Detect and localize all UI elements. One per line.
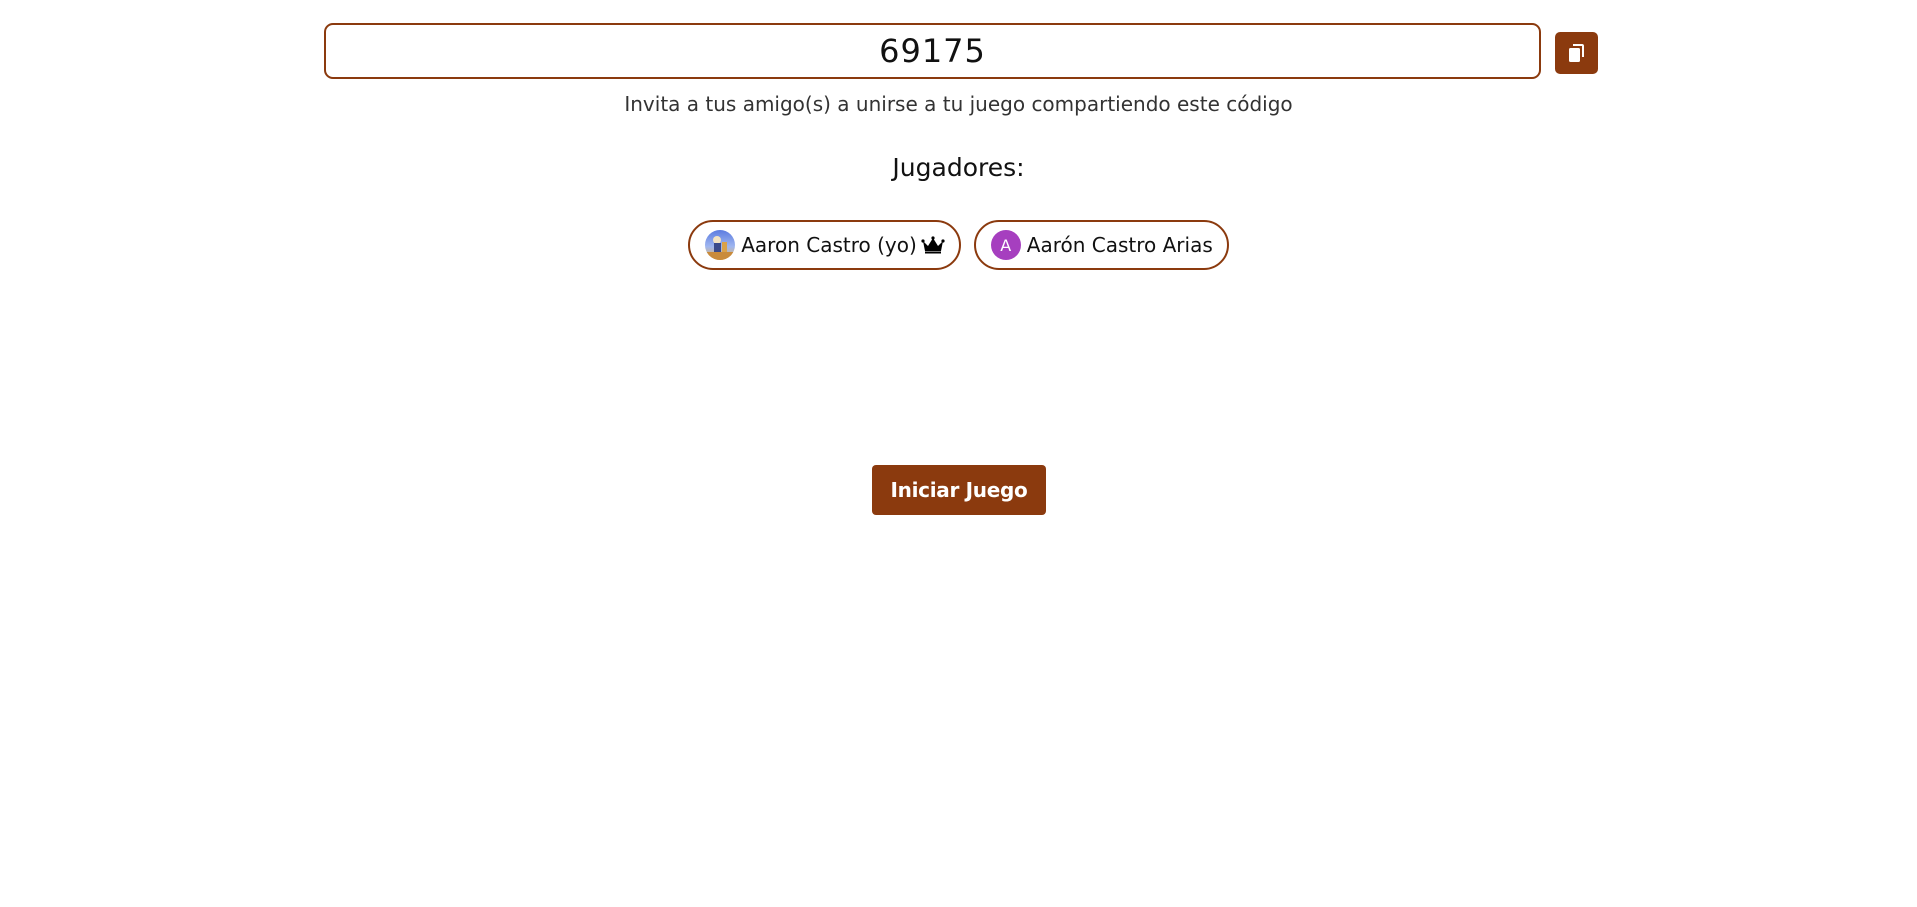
players-heading: Jugadores: — [892, 153, 1025, 182]
start-game-label: Iniciar Juego — [890, 478, 1028, 502]
game-code-display[interactable]: 69175 — [324, 23, 1541, 79]
avatar — [705, 230, 736, 260]
lobby-page: 69175 Invita a tus amigo(s) a unirse a t… — [0, 0, 1917, 907]
avatar: A — [990, 230, 1021, 260]
player-name: Aarón Castro Arias — [1026, 233, 1213, 257]
copy-code-button[interactable] — [1555, 32, 1598, 74]
player-name: Aaron Castro (yo) — [741, 233, 917, 257]
game-code-value: 69175 — [879, 32, 986, 70]
invite-instructions: Invita a tus amigo(s) a unirse a tu jueg… — [624, 92, 1293, 116]
start-game-button[interactable]: Iniciar Juego — [872, 465, 1046, 515]
photo-avatar — [705, 230, 736, 260]
crown-icon — [921, 236, 945, 254]
avatar-letter: A — [1000, 235, 1012, 255]
player-chip-guest: A Aarón Castro Arias — [973, 220, 1229, 270]
players-list: Aaron Castro (yo) A Aarón Castro Arias — [0, 220, 1917, 270]
player-chip-host: Aaron Castro (yo) — [688, 220, 961, 270]
copy-icon — [1568, 44, 1584, 62]
